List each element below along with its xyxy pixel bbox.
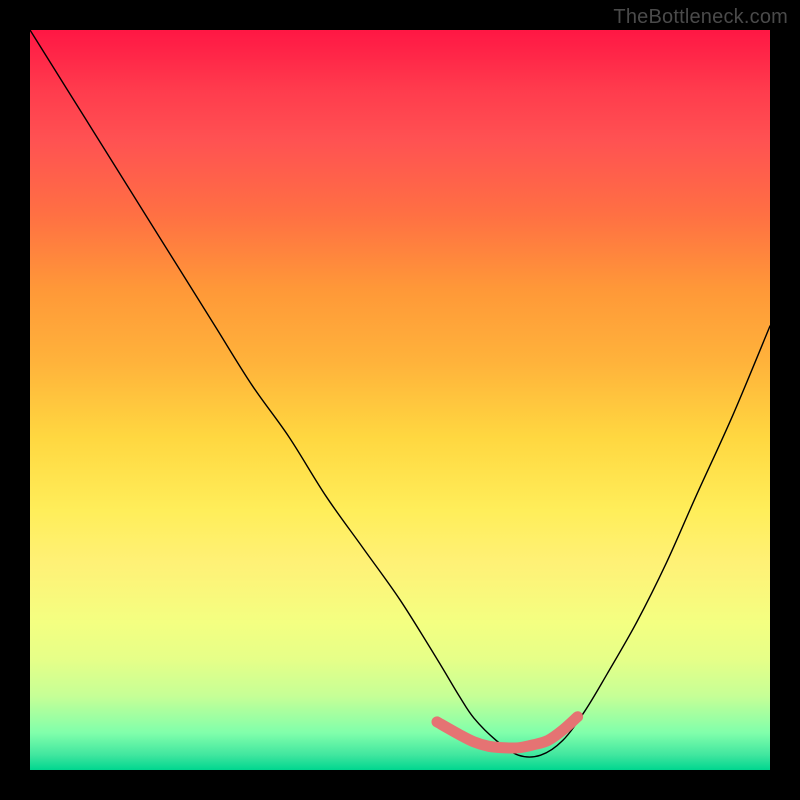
chart-frame: TheBottleneck.com — [0, 0, 800, 800]
plot-area — [30, 30, 770, 770]
optimal-region-markers — [437, 717, 578, 748]
curve-svg — [30, 30, 770, 770]
bottleneck-curve — [30, 30, 770, 757]
watermark-text: TheBottleneck.com — [613, 6, 788, 29]
